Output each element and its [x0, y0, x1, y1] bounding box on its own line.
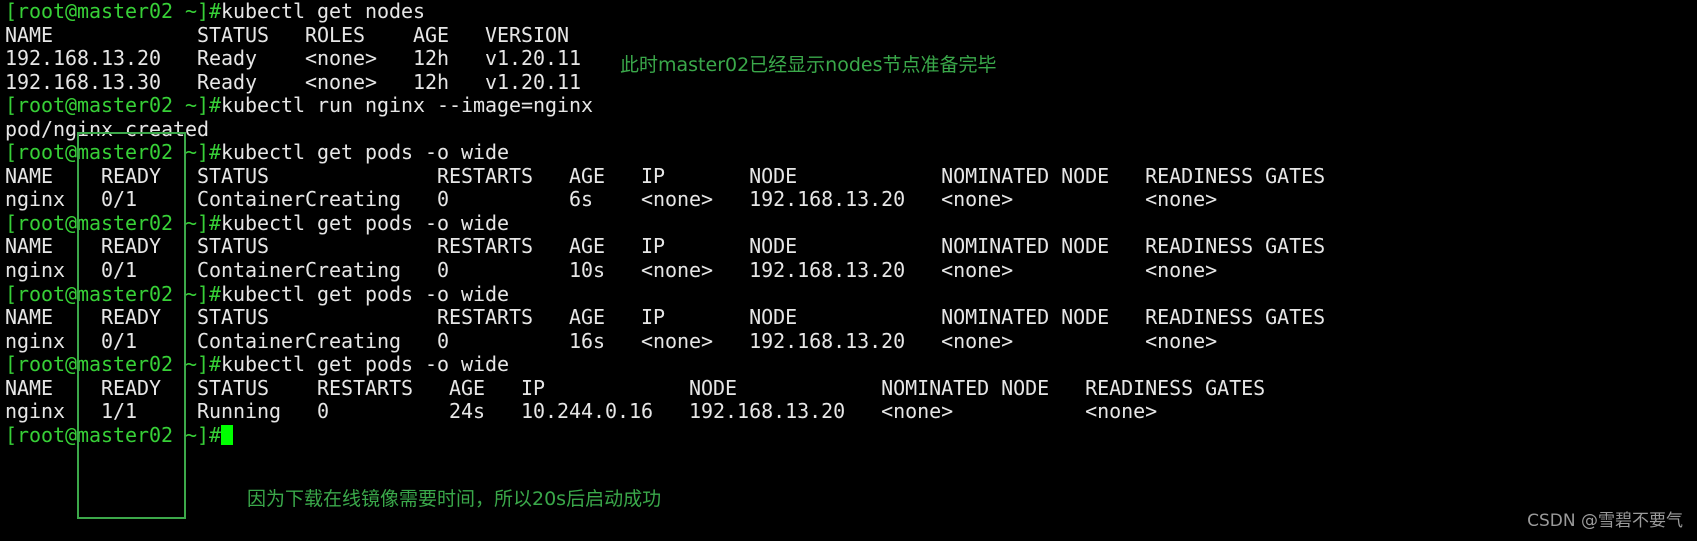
command-line: [root@master02 ~]#kubectl get pods -o wi… [5, 352, 1325, 377]
annotation-nodes-ready: 此时master02已经显示nodes节点准备完毕 [620, 54, 997, 76]
command-line: [root@master02 ~]#kubectl get pods -o wi… [5, 281, 1325, 307]
command-line: [root@master02 ~]#kubectl run nginx --im… [5, 93, 1325, 118]
command-line: [root@master02 ~]#kubectl get pods -o wi… [5, 210, 1325, 236]
output-line: nginx 0/1 ContainerCreating 0 6s <none> … [5, 187, 1218, 212]
output-line: nginx 0/1 ContainerCreating 0 16s <none>… [5, 328, 1218, 353]
command-line: [root@master02 ~]#kubectl get nodes [5, 0, 1325, 24]
ready-column-highlight-box [77, 132, 186, 519]
command-text: kubectl get pods -o wide [221, 281, 510, 306]
annotation-startup-delay: 因为下载在线镜像需要时间，所以20s后启动成功 [247, 488, 662, 510]
output-line: NAME READY STATUS RESTARTS AGE IP NODE N… [5, 234, 1326, 259]
shell-prompt: [root@master02 ~]# [5, 0, 222, 23]
csdn-watermark: CSDN @雪碧不要气 [1527, 511, 1683, 531]
terminal-cursor[interactable] [221, 424, 234, 445]
output-line: NAME STATUS ROLES AGE VERSION [5, 22, 570, 47]
command-text: kubectl get pods -o wide [221, 352, 510, 377]
output-line: pod/nginx created [5, 116, 210, 141]
command-text: kubectl run nginx --image=nginx [221, 93, 594, 118]
output-line: nginx 0/1 ContainerCreating 0 10s <none>… [5, 258, 1218, 283]
output-line: nginx 1/1 Running 0 24s 10.244.0.16 192.… [5, 399, 1158, 424]
shell-prompt: [root@master02 ~]# [5, 93, 222, 118]
command-text: kubectl get nodes [221, 0, 426, 23]
command-text: kubectl get pods -o wide [221, 210, 510, 235]
command-line: [root@master02 ~]#kubectl get pods -o wi… [5, 141, 1325, 165]
output-line: NAME READY STATUS RESTARTS AGE IP NODE N… [5, 163, 1326, 188]
input-line: [root@master02 ~]# [5, 423, 1325, 448]
output-line: NAME READY STATUS RESTARTS AGE IP NODE N… [5, 305, 1326, 330]
output-line: NAME READY STATUS RESTARTS AGE IP NODE N… [5, 375, 1266, 400]
command-text: kubectl get pods -o wide [221, 140, 510, 165]
